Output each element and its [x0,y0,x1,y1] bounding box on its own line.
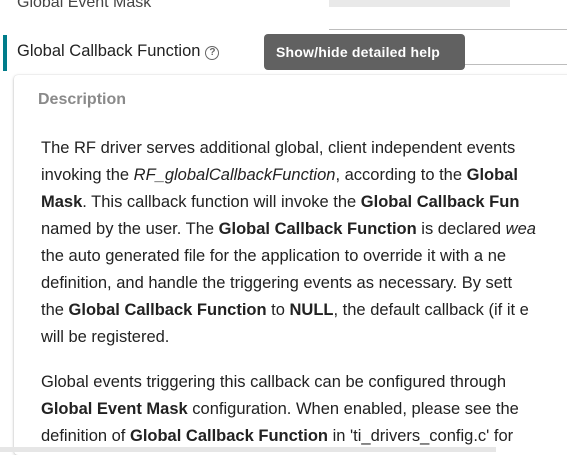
text-line: The RF driver serves additional global, … [41,139,516,157]
text-line: invoking the RF_globalCallbackFunction, … [41,166,518,184]
text-line: definition, and handle the triggering ev… [41,274,513,292]
tooltip-text: Show/hide detailed help [276,44,441,60]
help-tooltip: Show/hide detailed help [264,34,465,70]
horizontal-scrollbar[interactable] [0,447,496,452]
global-callback-function-row: Global Callback Function ? [17,42,220,61]
global-event-mask-field[interactable] [329,0,510,7]
text-line: will be registered. [41,328,170,346]
text-line: definition of Global Callback Function i… [41,427,514,445]
global-callback-function-label: Global Callback Function [17,42,201,60]
selected-row-indicator [3,35,7,71]
text-line: Global Event Mask configuration. When en… [41,400,519,418]
description-paragraph-1: The RF driver serves additional global, … [41,135,567,351]
global-callback-function-input[interactable] [465,44,567,65]
global-event-mask-underline [329,29,567,30]
text-line: Global events triggering this callback c… [41,373,507,391]
text-line: the auto generated file for the applicat… [41,247,507,265]
description-body: The RF driver serves additional global, … [41,135,567,455]
global-event-mask-label: Global Event Mask [17,0,152,11]
text-line: named by the user. The Global Callback F… [41,220,536,238]
detailed-help-panel: Description The RF driver serves additio… [14,75,567,455]
description-heading: Description [38,91,127,108]
question-circle-icon[interactable]: ? [205,45,220,60]
text-line: the Global Callback Function to NULL, th… [41,301,529,319]
text-line: Mask. This callback function will invoke… [41,193,520,211]
description-paragraph-2: Global events triggering this callback c… [41,369,567,450]
